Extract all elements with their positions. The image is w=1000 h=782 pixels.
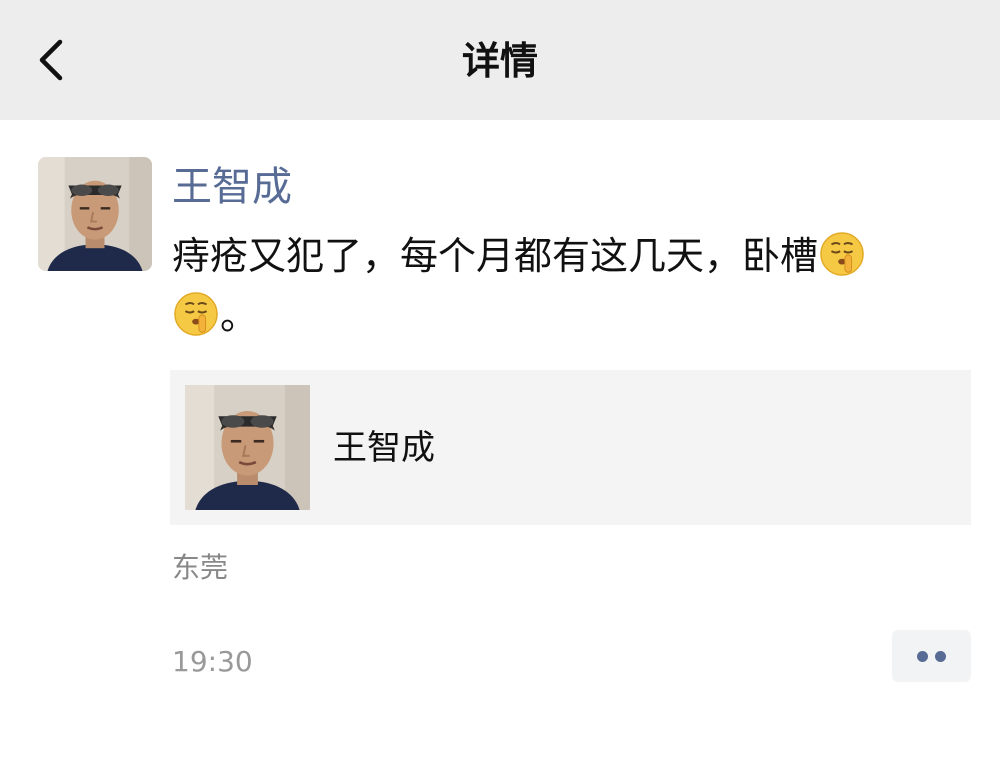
shared-card-thumbnail <box>185 385 310 510</box>
post-location[interactable]: 东莞 <box>172 550 228 586</box>
more-dot-icon <box>917 651 928 662</box>
shared-card-title: 王智成 <box>333 428 435 468</box>
shushing-face-emoji-icon <box>173 291 219 337</box>
author-name[interactable]: 王智成 <box>172 162 292 212</box>
post-text-main: 痔疮又犯了，每个月都有这几天，卧槽 <box>172 234 819 278</box>
avatar-photo <box>38 157 152 271</box>
post-text: 痔疮又犯了，每个月都有这几天，卧槽。 <box>172 226 972 346</box>
author-avatar[interactable] <box>38 157 152 271</box>
shared-link-card[interactable]: 王智成 <box>170 370 971 525</box>
thumbnail-photo <box>185 385 310 510</box>
post-text-end: 。 <box>220 294 259 338</box>
more-actions-button[interactable] <box>892 630 971 682</box>
post-timestamp: 19:30 <box>172 645 253 678</box>
shushing-face-emoji-icon <box>819 231 865 277</box>
page-title: 详情 <box>461 39 538 83</box>
more-dot-icon <box>935 651 946 662</box>
top-nav-bar: 详情 <box>0 0 1000 120</box>
